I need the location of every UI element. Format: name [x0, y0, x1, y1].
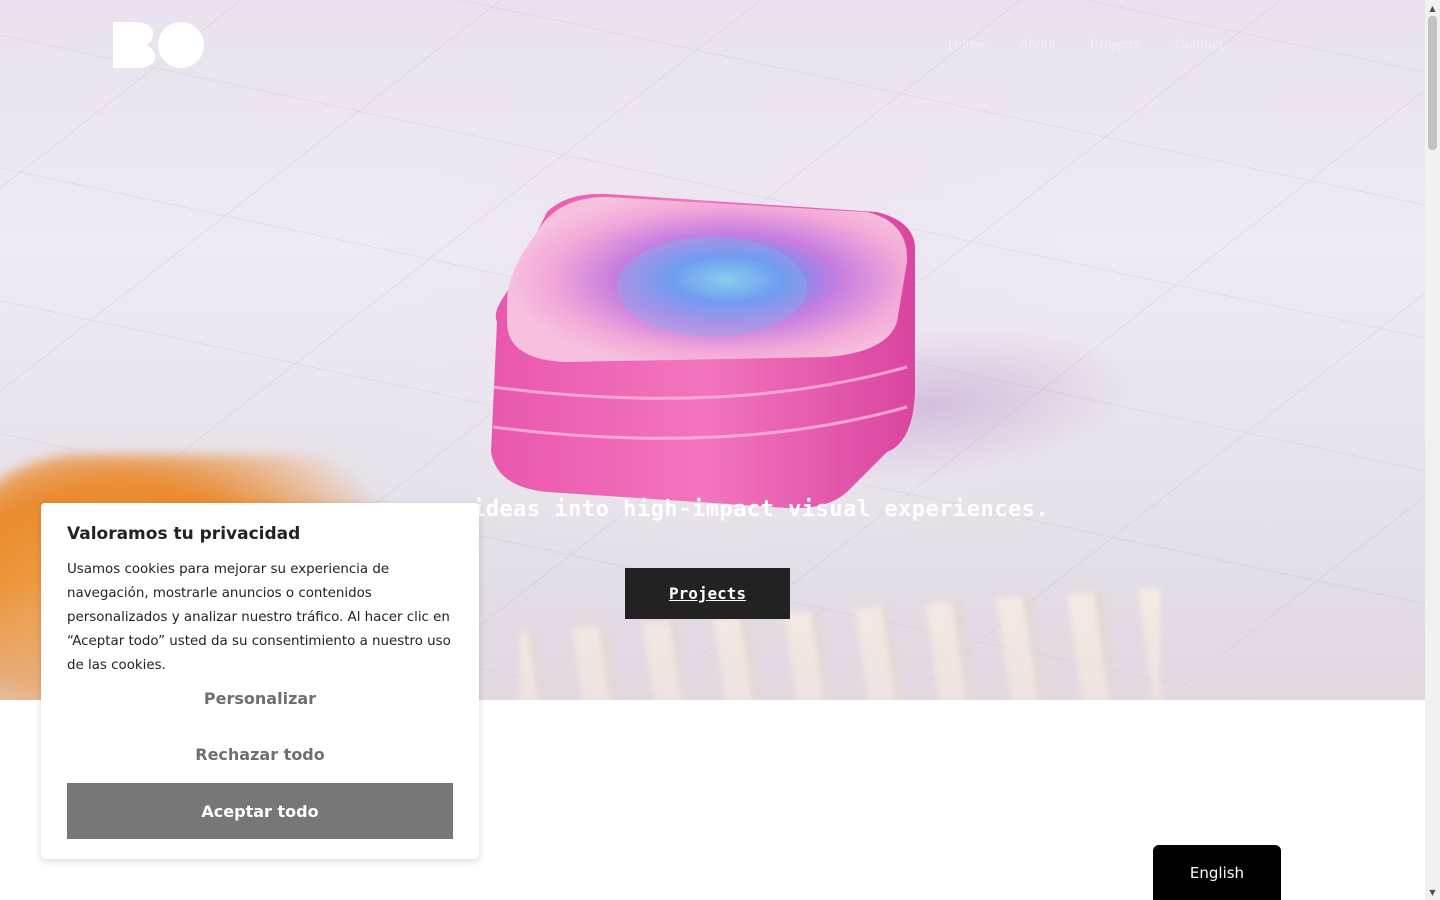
reject-all-button[interactable]: Rechazar todo: [67, 734, 453, 774]
nav-item-contact[interactable]: Contact: [1175, 36, 1223, 52]
main-nav: Home About Projects Contact: [948, 36, 1223, 52]
page-scrollbar[interactable]: ▲ ▼: [1425, 0, 1440, 900]
cookie-title: Valoramos tu privacidad: [67, 524, 301, 544]
nav-item-projects[interactable]: Projects: [1090, 36, 1141, 52]
personalize-button[interactable]: Personalizar: [67, 678, 453, 718]
nav-item-home[interactable]: Home: [948, 36, 985, 52]
scrollbar-thumb[interactable]: [1428, 16, 1437, 150]
cookie-description: Usamos cookies para mejorar su experienc…: [67, 562, 451, 673]
language-selector-button[interactable]: English: [1153, 845, 1281, 900]
projects-button[interactable]: Projects: [625, 568, 790, 619]
nav-item-about[interactable]: About: [1019, 36, 1056, 52]
scroll-down-arrow-icon[interactable]: ▼: [1425, 884, 1440, 900]
scroll-up-arrow-icon[interactable]: ▲: [1425, 0, 1440, 16]
hero-3d-object: [491, 193, 916, 509]
logo-icon[interactable]: [113, 22, 205, 68]
cookie-consent-panel: Valoramos tu privacidad Usamos cookies p…: [41, 503, 479, 859]
accept-all-button[interactable]: Aceptar todo: [67, 783, 453, 839]
